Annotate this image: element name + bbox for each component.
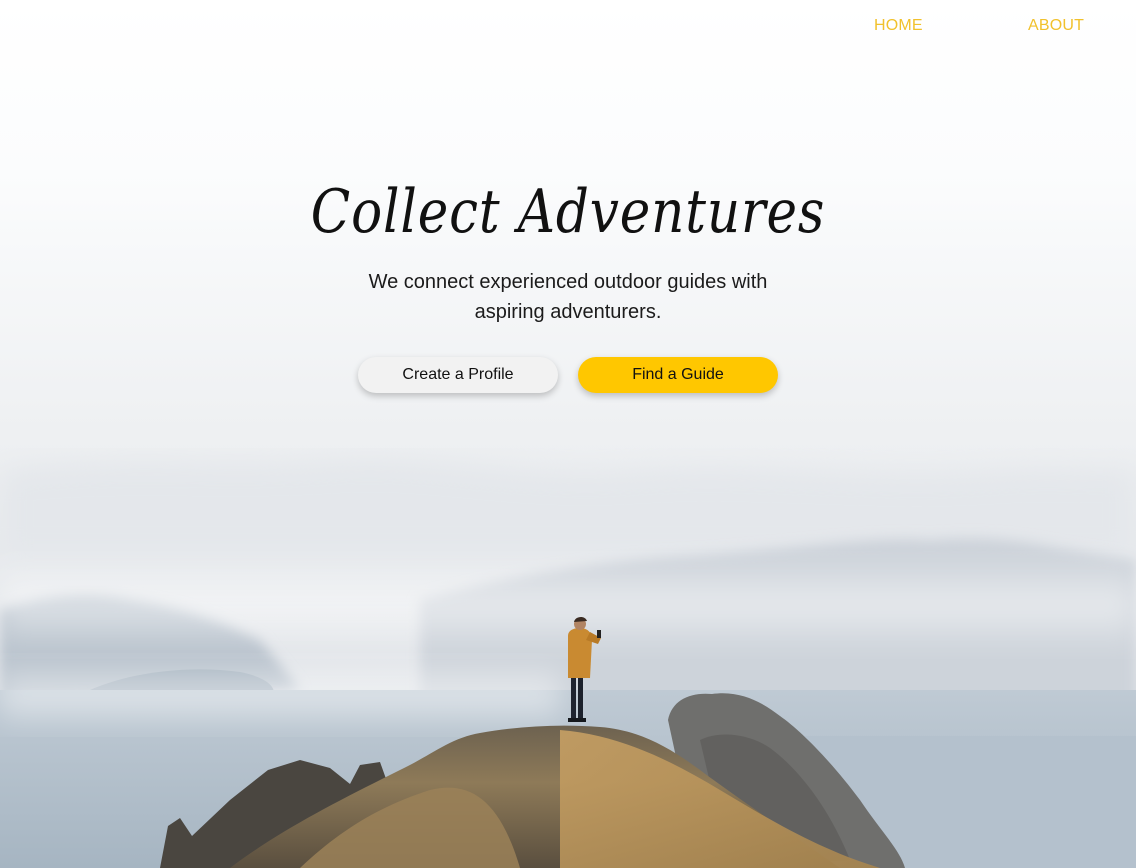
hero-title: Collect Adventures xyxy=(310,177,826,247)
create-profile-button[interactable]: Create a Profile xyxy=(358,357,558,393)
find-guide-button[interactable]: Find a Guide xyxy=(578,357,778,393)
hero-subtitle: We connect experienced outdoor guides wi… xyxy=(368,271,768,323)
hero-section: Collect Adventures We connect experience… xyxy=(0,170,1136,393)
hero-background-image xyxy=(0,0,1136,868)
landing-page: HOME ABOUT Collect Adventures We connect… xyxy=(0,0,1136,868)
nav-about-link[interactable]: ABOUT xyxy=(1028,17,1084,35)
top-navigation: HOME ABOUT xyxy=(0,17,1136,39)
nav-home-link[interactable]: HOME xyxy=(874,17,923,35)
hero-button-row: Create a Profile Find a Guide xyxy=(0,357,1136,393)
